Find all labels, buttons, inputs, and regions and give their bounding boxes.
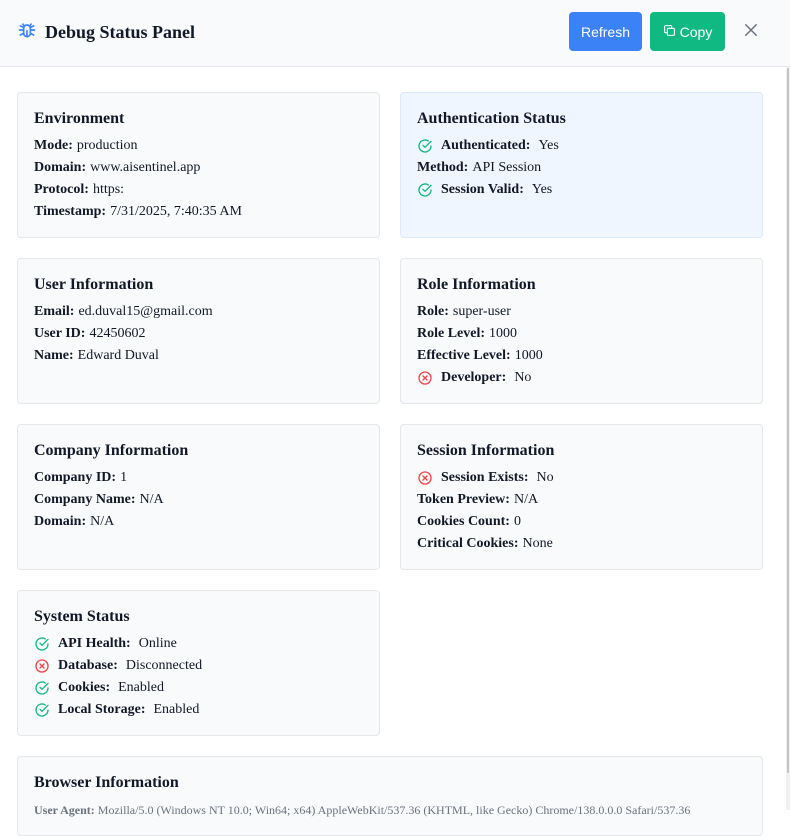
user-card: User Information Email: ed.duval15@gmail.… xyxy=(17,258,380,404)
session-exists-value: No xyxy=(536,470,554,485)
user-name-row: Name: Edward Duval xyxy=(34,345,363,367)
environment-title: Environment xyxy=(34,110,125,127)
token-preview-value: N/A xyxy=(513,492,539,507)
copy-button-label: Copy xyxy=(679,23,713,40)
check-circle-icon xyxy=(417,182,433,198)
database-row: Database: Disconnected xyxy=(34,655,363,677)
auth-session-valid-row: Session Valid: Yes xyxy=(417,179,746,201)
cookies-value: Enabled xyxy=(118,680,164,695)
auth-method-row: Method: API Session xyxy=(417,157,746,179)
x-circle-icon xyxy=(417,470,433,486)
api-health-row: API Health: Online xyxy=(34,633,363,655)
refresh-button[interactable]: Refresh xyxy=(569,12,642,51)
environment-card: Environment Mode: production Domain: www.a… xyxy=(17,92,380,238)
env-protocol-row: Protocol: https: xyxy=(34,179,363,201)
effective-level-row: Effective Level: 1000 xyxy=(417,345,746,367)
x-circle-icon xyxy=(34,658,50,674)
auth-method-value: API Session xyxy=(472,160,542,175)
env-domain-value: www.aisentinel.app xyxy=(90,160,201,175)
company-id-row: Company ID: 1 xyxy=(34,467,363,489)
refresh-button-label: Refresh xyxy=(580,23,631,40)
check-circle-icon xyxy=(34,702,50,718)
env-timestamp-row: Timestamp: 7/31/2025, 7:40:35 AM xyxy=(34,201,363,223)
browser-title: Browser Information xyxy=(34,774,179,791)
role-value: super-user xyxy=(452,304,511,319)
company-card: Company Information Company ID: 1 Company… xyxy=(17,424,380,570)
user-id-row: User ID: 42450602 xyxy=(34,323,363,345)
user-agent-value: Mozilla/5.0 (Windows NT 10.0; Win64; x64… xyxy=(97,803,691,817)
cookies-row: Cookies: Enabled xyxy=(34,677,363,699)
session-title: Session Information xyxy=(417,442,555,459)
copy-icon xyxy=(663,24,680,40)
env-mode-row: Mode: production xyxy=(34,135,363,157)
role-card: Role Information Role: super-user Role Le… xyxy=(400,258,763,404)
x-circle-icon xyxy=(417,370,433,386)
env-domain-row: Domain: www.aisentinel.app xyxy=(34,157,363,179)
api-health-value: Online xyxy=(138,636,177,651)
env-protocol-value: https: xyxy=(92,182,125,197)
role-level-value: 1000 xyxy=(489,326,518,341)
company-id-value: 1 xyxy=(120,470,128,485)
cookies-count-row: Cookies Count: 0 xyxy=(417,511,746,533)
effective-level-value: 1000 xyxy=(514,348,543,363)
session-card: Session Information Session Exists: No To… xyxy=(400,424,763,570)
panel-header: Debug Status Panel Refresh Copy xyxy=(0,0,790,67)
scrollbar-thumb[interactable] xyxy=(787,68,789,773)
env-timestamp-value: 7/31/2025, 7:40:35 AM xyxy=(110,204,242,219)
title-wrap: Debug Status Panel xyxy=(17,20,195,45)
user-email-value: ed.duval15@gmail.com xyxy=(78,304,213,319)
check-circle-icon xyxy=(417,138,433,154)
user-agent-row: User Agent: Mozilla/5.0 (Windows NT 10.0… xyxy=(34,803,691,817)
local-storage-row: Local Storage: Enabled xyxy=(34,699,363,721)
auth-card: Authentication Status Authenticated: Yes … xyxy=(400,92,763,238)
critical-cookies-value: None xyxy=(522,536,553,551)
session-exists-row: Session Exists: No xyxy=(417,467,746,489)
cookies-count-value: 0 xyxy=(513,514,521,529)
check-circle-icon xyxy=(34,680,50,696)
role-level-row: Role Level: 1000 xyxy=(417,323,746,345)
company-domain-row: Domain: N/A xyxy=(34,511,363,533)
copy-button[interactable]: Copy xyxy=(650,12,725,51)
company-name-row: Company Name: N/A xyxy=(34,489,363,511)
auth-authenticated-row: Authenticated: Yes xyxy=(417,135,746,157)
env-mode-value: production xyxy=(76,138,138,153)
auth-authenticated-value: Yes xyxy=(538,138,559,153)
company-title: Company Information xyxy=(34,442,189,459)
check-circle-icon xyxy=(34,636,50,652)
critical-cookies-row: Critical Cookies: None xyxy=(417,533,746,555)
auth-session-valid-value: Yes xyxy=(531,182,553,197)
user-title: User Information xyxy=(34,276,154,293)
page-title: Debug Status Panel xyxy=(45,22,196,42)
system-card: System Status API Health: Online Database… xyxy=(17,590,380,736)
role-title: Role Information xyxy=(417,276,536,293)
system-title: System Status xyxy=(34,608,130,625)
company-name-value: N/A xyxy=(139,492,164,507)
user-name-value: Edward Duval xyxy=(77,348,159,363)
auth-title: Authentication Status xyxy=(417,110,566,127)
bug-icon xyxy=(17,20,37,45)
developer-value: No xyxy=(514,370,532,385)
browser-card: Browser Information User Agent: Mozilla/… xyxy=(17,756,763,836)
developer-row: Developer: No xyxy=(417,367,746,389)
company-domain-value: N/A xyxy=(90,514,115,529)
user-email-row: Email: ed.duval15@gmail.com xyxy=(34,301,363,323)
local-storage-value: Enabled xyxy=(153,702,200,717)
token-preview-row: Token Preview: N/A xyxy=(417,489,746,511)
database-value: Disconnected xyxy=(125,658,203,673)
user-id-value: 42450602 xyxy=(89,326,146,341)
role-row: Role: super-user xyxy=(417,301,746,323)
close-icon[interactable] xyxy=(742,21,760,39)
